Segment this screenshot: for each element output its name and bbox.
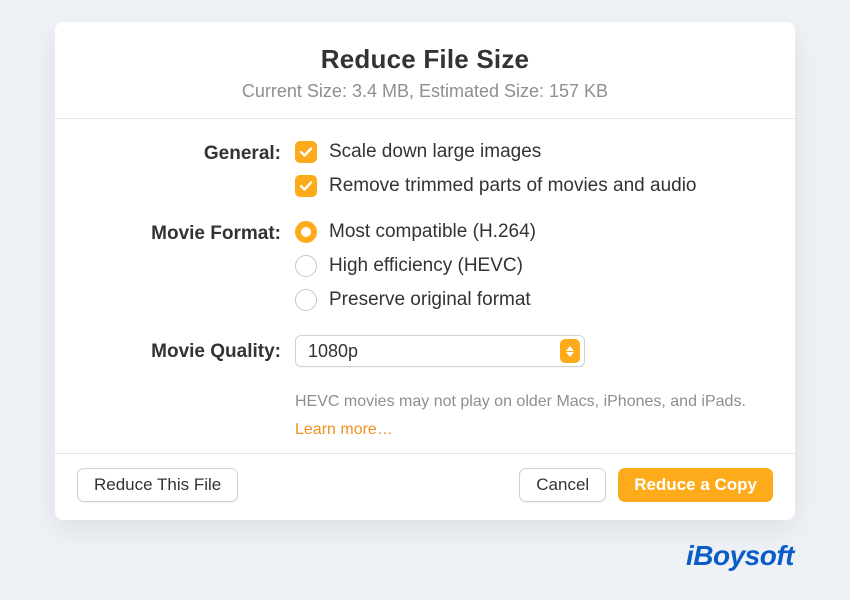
radio-selected-icon[interactable] — [295, 221, 317, 243]
radio-icon[interactable] — [295, 255, 317, 277]
remove-trimmed-label: Remove trimmed parts of movies and audio — [329, 175, 697, 197]
radio-icon[interactable] — [295, 289, 317, 311]
checkbox-checked-icon[interactable] — [295, 175, 317, 197]
movie-quality-row: Movie Quality: 1080p — [95, 335, 755, 367]
dialog-subtitle: Current Size: 3.4 MB, Estimated Size: 15… — [75, 81, 775, 102]
format-most-compatible-option[interactable]: Most compatible (H.264) — [295, 221, 755, 243]
dialog-body: General: Scale down large images Remove … — [55, 119, 795, 453]
movie-format-row: Movie Format: Most compatible (H.264) Hi… — [95, 221, 755, 323]
movie-quality-select[interactable]: 1080p — [295, 335, 585, 367]
movie-quality-value: 1080p — [308, 341, 560, 362]
reduce-this-file-button[interactable]: Reduce This File — [77, 468, 238, 502]
brand-watermark: iBoysoft — [686, 540, 794, 572]
movie-format-label: Movie Format: — [151, 223, 281, 244]
note-row: HEVC movies may not play on older Macs, … — [95, 379, 755, 439]
select-stepper-icon[interactable] — [560, 339, 580, 363]
learn-more-link[interactable]: Learn more… — [295, 421, 393, 438]
dialog-footer: Reduce This File Cancel Reduce a Copy — [55, 454, 795, 520]
dialog-title: Reduce File Size — [75, 44, 775, 75]
scale-down-label: Scale down large images — [329, 141, 541, 163]
hevc-note: HEVC movies may not play on older Macs, … — [295, 393, 755, 411]
format-high-efficiency-option[interactable]: High efficiency (HEVC) — [295, 255, 755, 277]
reduce-file-size-dialog: Reduce File Size Current Size: 3.4 MB, E… — [55, 22, 795, 520]
checkbox-checked-icon[interactable] — [295, 141, 317, 163]
format-high-efficiency-label: High efficiency (HEVC) — [329, 255, 523, 277]
format-preserve-option[interactable]: Preserve original format — [295, 289, 755, 311]
movie-quality-label: Movie Quality: — [151, 341, 281, 362]
remove-trimmed-option[interactable]: Remove trimmed parts of movies and audio — [295, 175, 755, 197]
dialog-header: Reduce File Size Current Size: 3.4 MB, E… — [55, 22, 795, 118]
reduce-a-copy-button[interactable]: Reduce a Copy — [618, 468, 773, 502]
general-row: General: Scale down large images Remove … — [95, 141, 755, 209]
scale-down-option[interactable]: Scale down large images — [295, 141, 755, 163]
cancel-button[interactable]: Cancel — [519, 468, 606, 502]
general-label: General: — [204, 143, 281, 164]
format-preserve-label: Preserve original format — [329, 289, 531, 311]
format-most-compatible-label: Most compatible (H.264) — [329, 221, 536, 243]
